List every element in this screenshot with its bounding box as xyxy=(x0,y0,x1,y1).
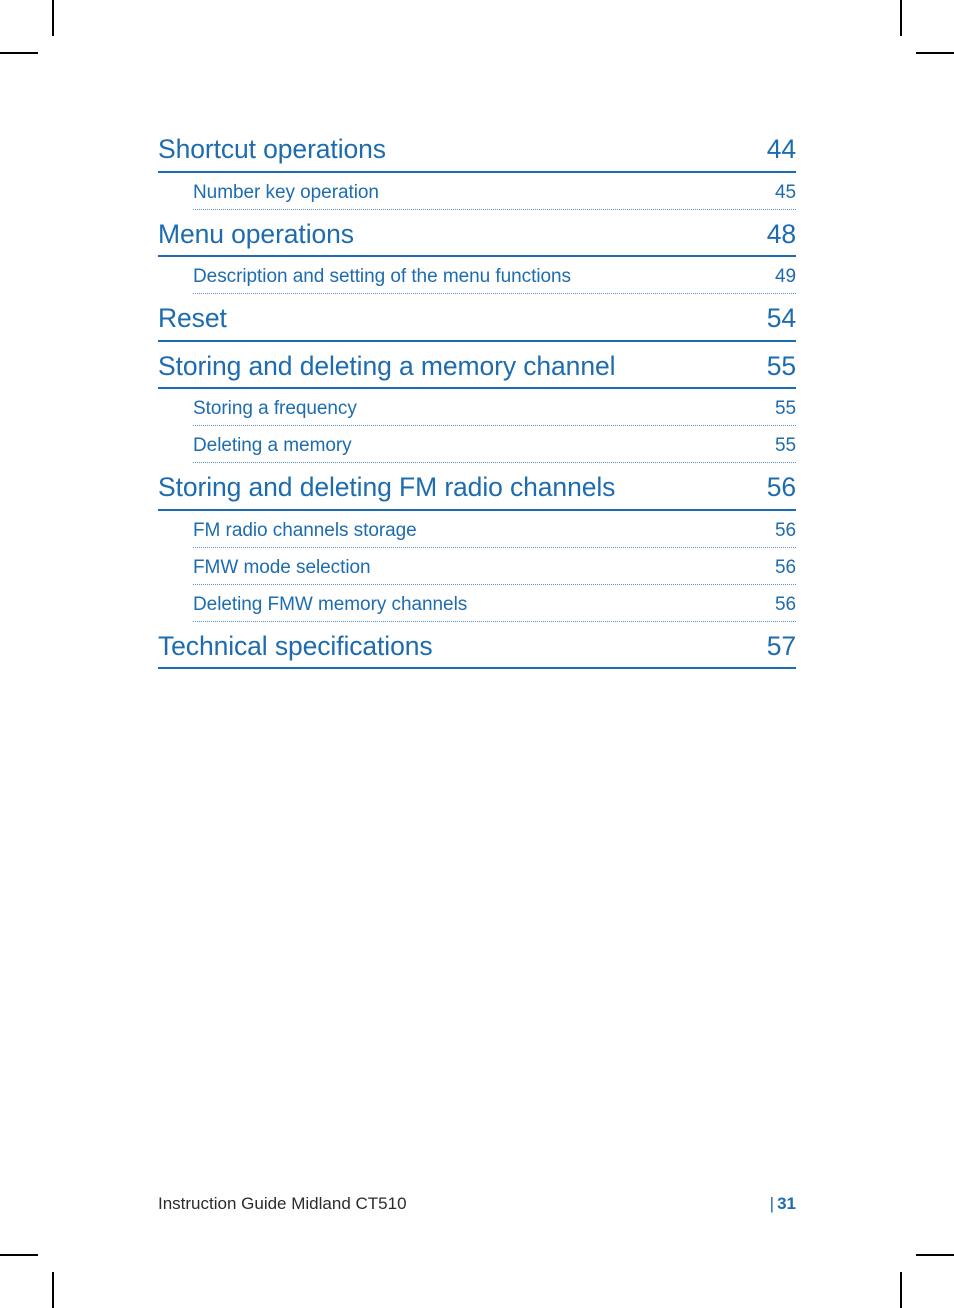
footer-page-number: | 31 xyxy=(770,1194,796,1214)
crop-mark-top-left-vertical xyxy=(52,0,54,36)
toc-entry[interactable]: Shortcut operations 44 xyxy=(158,125,796,173)
toc-entry-page-number: 49 xyxy=(774,266,796,287)
footer-separator-bar: | xyxy=(769,1194,775,1213)
toc-entry-label: Description and setting of the menu func… xyxy=(193,266,571,287)
toc-entry-label: Storing a frequency xyxy=(193,398,357,419)
toc-entry-page-number: 56 xyxy=(774,593,796,615)
toc-entry-page-number: 55 xyxy=(774,398,796,419)
crop-mark-top-right-vertical xyxy=(900,0,902,36)
toc-entry-page-number: 56 xyxy=(774,556,796,578)
crop-mark-bottom-right-horizontal xyxy=(916,1254,954,1256)
toc-entry[interactable]: Storing a frequency 55 xyxy=(193,389,796,426)
toc-entry-label: FM radio channels storage xyxy=(193,519,417,541)
crop-mark-bottom-left-vertical xyxy=(52,1272,54,1308)
crop-mark-top-left-horizontal xyxy=(0,52,38,54)
toc-entry-page-number: 44 xyxy=(766,134,796,164)
toc-entry-label: Technical specifications xyxy=(158,630,433,661)
toc-entry-page-number: 56 xyxy=(766,472,796,502)
crop-mark-bottom-right-vertical xyxy=(900,1272,902,1308)
toc-entry-label: Deleting FMW memory channels xyxy=(193,593,468,615)
toc-entry-label: Shortcut operations xyxy=(158,134,386,164)
toc-entry-page-number: 57 xyxy=(766,630,796,661)
toc-entry[interactable]: Storing and deleting FM radio channels 56 xyxy=(158,463,796,511)
toc-entry-page-number: 55 xyxy=(766,350,796,381)
toc-entry-label: Storing and deleting FM radio channels xyxy=(158,472,616,502)
toc-entry-label: Reset xyxy=(158,303,227,333)
crop-mark-top-right-horizontal xyxy=(916,52,954,54)
toc-entry-label: FMW mode selection xyxy=(193,556,371,578)
toc-entry-label: Storing and deleting a memory channel xyxy=(158,350,616,381)
toc-entry[interactable]: Deleting FMW memory channels 56 xyxy=(193,585,796,622)
toc-entry[interactable]: Reset 54 xyxy=(158,294,796,342)
page-footer: Instruction Guide Midland CT510 | 31 xyxy=(158,1194,796,1214)
toc-entry-page-number: 54 xyxy=(766,303,796,333)
footer-document-title: Instruction Guide Midland CT510 xyxy=(158,1194,407,1213)
toc-entry[interactable]: Menu operations 48 xyxy=(158,210,796,257)
toc-entry-page-number: 56 xyxy=(774,519,796,541)
toc-entry-label: Menu operations xyxy=(158,218,354,249)
toc-entry[interactable]: Technical specifications 57 xyxy=(158,622,796,669)
table-of-contents: Shortcut operations 44 Number key operatio… xyxy=(158,125,796,669)
toc-entry[interactable]: FM radio channels storage 56 xyxy=(193,511,796,548)
toc-entry-page-number: 45 xyxy=(774,181,796,203)
toc-entry-page-number: 55 xyxy=(774,435,796,456)
footer-page-number-value: 31 xyxy=(777,1194,796,1213)
toc-entry-label: Deleting a memory xyxy=(193,435,352,456)
toc-entry[interactable]: Number key operation 45 xyxy=(193,173,796,210)
document-page: Shortcut operations 44 Number key operatio… xyxy=(0,0,954,1308)
toc-entry-page-number: 48 xyxy=(766,218,796,249)
toc-entry[interactable]: Storing and deleting a memory channel 55 xyxy=(158,342,796,389)
toc-entry-label: Number key operation xyxy=(193,181,379,203)
toc-entry[interactable]: Description and setting of the menu func… xyxy=(193,257,796,294)
toc-entry[interactable]: FMW mode selection 56 xyxy=(193,548,796,585)
toc-entry[interactable]: Deleting a memory 55 xyxy=(193,426,796,463)
crop-mark-bottom-left-horizontal xyxy=(0,1254,38,1256)
